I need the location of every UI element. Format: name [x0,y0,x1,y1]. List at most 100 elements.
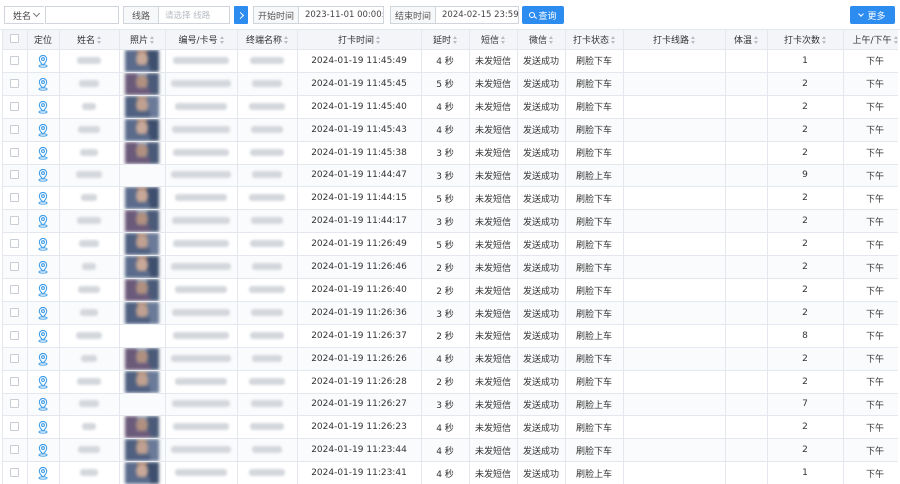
table-row[interactable]: 2024-01-19 11:26:23 4 秒 未发短信 发送成功 刷脸下车 2… [3,415,898,439]
table-row[interactable]: 2024-01-19 11:26:49 5 秒 未发短信 发送成功 刷脸下车 2… [3,232,898,256]
row-select-cell[interactable] [3,118,28,142]
sort-icon[interactable] [549,36,553,45]
row-select-cell[interactable] [3,49,28,73]
route-next-button[interactable] [234,6,248,24]
photo-cell[interactable] [119,347,166,371]
table-row[interactable]: 2024-01-19 11:45:45 5 秒 未发短信 发送成功 刷脸下车 2… [3,72,898,96]
photo-cell[interactable] [119,232,166,256]
table-row[interactable]: 2024-01-19 11:26:40 2 秒 未发短信 发送成功 刷脸下车 2… [3,278,898,302]
location-cell[interactable] [27,370,60,394]
sort-icon[interactable] [822,36,826,45]
row-checkbox[interactable] [10,308,20,317]
face-photo[interactable] [125,95,159,118]
row-select-cell[interactable] [3,347,28,371]
table-row[interactable]: 2024-01-19 11:26:46 2 秒 未发短信 发送成功 刷脸下车 2… [3,255,898,279]
row-select-cell[interactable] [3,209,28,233]
table-row[interactable]: 2024-01-19 11:44:15 5 秒 未发短信 发送成功 刷脸下车 2… [3,186,898,210]
row-select-cell[interactable] [3,95,28,119]
row-select-cell[interactable] [3,186,28,210]
col-header[interactable]: 编号/卡号 [165,30,238,50]
location-pin-icon[interactable] [36,397,50,411]
route-select[interactable]: 请选择 线路 [158,6,230,24]
row-checkbox[interactable] [10,285,20,294]
row-select-cell[interactable] [3,141,28,165]
row-checkbox[interactable] [10,78,20,88]
row-select-cell[interactable] [3,393,28,416]
location-pin-icon[interactable] [36,77,50,91]
location-cell[interactable] [27,324,60,348]
row-checkbox[interactable] [10,445,20,454]
face-photo[interactable] [125,439,159,461]
face-photo[interactable] [125,210,159,232]
table-row[interactable]: 2024-01-19 11:44:47 3 秒 未发短信 发送成功 刷脸上车 9… [3,164,898,187]
location-cell[interactable] [27,209,60,233]
table-row[interactable]: 2024-01-19 11:45:49 4 秒 未发短信 发送成功 刷脸下车 1… [3,49,898,73]
location-cell[interactable] [27,95,60,119]
face-photo[interactable] [125,141,159,164]
photo-cell[interactable] [119,415,166,439]
face-photo[interactable] [125,462,159,484]
row-select-cell[interactable] [3,370,28,394]
row-select-cell[interactable] [3,301,28,325]
name-input[interactable] [45,6,119,24]
row-select-cell[interactable] [3,278,28,302]
more-button[interactable]: 更多 [850,6,895,24]
row-checkbox[interactable] [10,376,20,386]
location-cell[interactable] [27,72,60,96]
location-cell[interactable] [27,438,60,462]
col-header[interactable]: 照片 [119,30,166,50]
location-pin-icon[interactable] [36,466,50,480]
col-header[interactable]: 打卡次数 [767,30,844,50]
photo-cell[interactable] [119,186,166,210]
start-time-input[interactable]: 2023-11-01 00:00:00 [298,6,384,24]
row-select-cell[interactable] [3,438,28,462]
sort-icon[interactable] [611,36,615,45]
location-cell[interactable] [27,164,60,187]
row-checkbox[interactable] [10,170,20,180]
location-pin-icon[interactable] [36,260,50,274]
col-header[interactable]: 打卡状态 [565,30,624,50]
photo-cell[interactable] [119,49,166,73]
photo-cell[interactable] [119,393,166,416]
photo-cell[interactable] [119,255,166,279]
sort-icon[interactable] [691,36,695,45]
row-select-cell[interactable] [3,232,28,256]
location-cell[interactable] [27,118,60,142]
row-checkbox[interactable] [10,468,20,477]
location-pin-icon[interactable] [36,123,50,137]
table-row[interactable]: 2024-01-19 11:45:43 4 秒 未发短信 发送成功 刷脸下车 2… [3,118,898,142]
row-checkbox[interactable] [10,216,20,225]
sort-icon[interactable] [376,36,380,45]
row-checkbox[interactable] [10,330,20,340]
row-checkbox[interactable] [10,193,20,202]
col-header[interactable]: 打卡时间 [297,30,422,50]
name-filter-select[interactable]: 姓名 [4,6,44,24]
row-select-cell[interactable] [3,255,28,279]
row-select-cell[interactable] [3,415,28,439]
location-pin-icon[interactable] [36,146,50,160]
location-pin-icon[interactable] [36,100,50,114]
photo-cell[interactable] [119,301,166,325]
location-cell[interactable] [27,415,60,439]
col-header[interactable]: 短信 [469,30,518,50]
photo-cell[interactable] [119,278,166,302]
location-pin-icon[interactable] [36,191,50,205]
photo-cell[interactable] [119,118,166,142]
location-pin-icon[interactable] [36,237,50,251]
location-cell[interactable] [27,186,60,210]
photo-cell[interactable] [119,461,166,484]
face-photo[interactable] [125,256,159,278]
table-row[interactable]: 2024-01-19 11:23:44 4 秒 未发短信 发送成功 刷脸下车 2… [3,438,898,462]
sort-icon[interactable] [893,36,898,45]
table-row[interactable]: 2024-01-19 11:26:27 3 秒 未发短信 发送成功 刷脸上车 7… [3,393,898,416]
row-select-cell[interactable] [3,164,28,187]
face-photo[interactable] [125,302,159,324]
face-photo[interactable] [125,370,159,393]
location-cell[interactable] [27,301,60,325]
location-cell[interactable] [27,255,60,279]
row-checkbox[interactable] [10,262,20,271]
row-checkbox[interactable] [10,55,20,65]
face-photo[interactable] [125,233,159,255]
sort-icon[interactable] [219,36,224,45]
face-photo[interactable] [125,347,159,370]
